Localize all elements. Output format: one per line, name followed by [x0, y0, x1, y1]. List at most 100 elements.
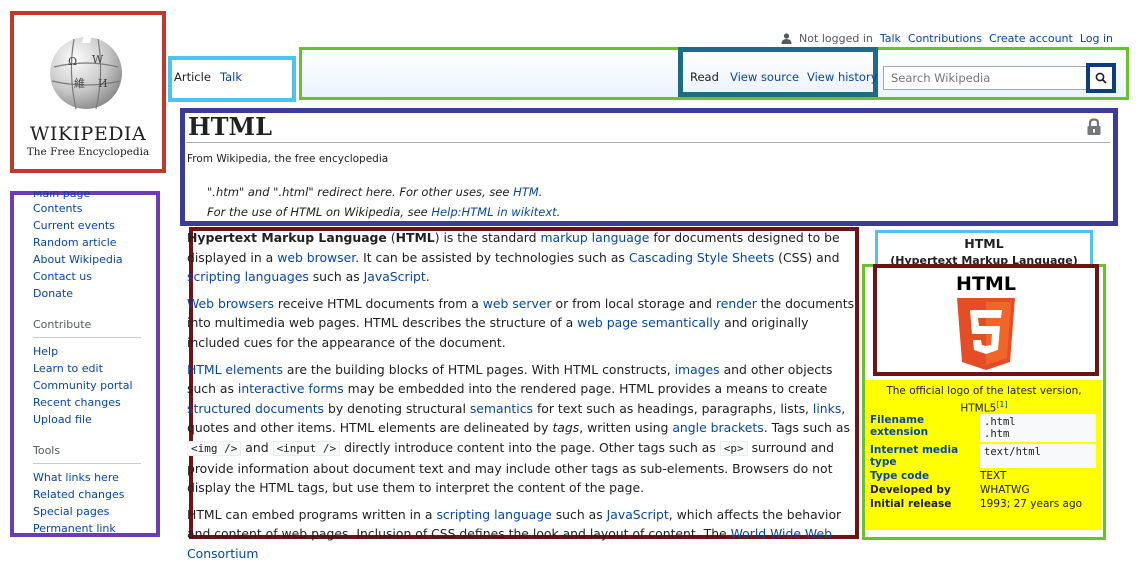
sidebar-item-contents[interactable]: Contents [33, 200, 158, 217]
tab-read[interactable]: Read [690, 70, 719, 84]
sidebar-item-contact[interactable]: Contact us [33, 268, 158, 285]
sidebar-item-current-events[interactable]: Current events [33, 217, 158, 234]
inline-link[interactable]: semantically [642, 315, 721, 330]
svg-text:維: 維 [74, 77, 85, 90]
sidebar-item-special-pages[interactable]: Special pages [33, 503, 158, 520]
inline-link[interactable]: interactive forms [238, 381, 344, 396]
infobox-key[interactable]: Type code [870, 470, 980, 482]
wikipedia-logo[interactable]: Ω W 維 И WIKIPEDIA The Free Encyclopedia [14, 15, 162, 169]
infobox-body: The official logo of the latest version,… [866, 380, 1102, 530]
caption-text: The official logo of the latest version,… [886, 385, 1082, 415]
talk-link[interactable]: Talk [880, 32, 901, 45]
puzzle-globe-icon: Ω W 維 И [50, 35, 122, 110]
logo-wordmark: WIKIPEDIA [29, 123, 147, 145]
text-run: ) is the standard [434, 230, 541, 245]
inline-link[interactable]: angle brackets [672, 420, 763, 435]
infobox-row: Filename extension .html .htm [870, 414, 1096, 442]
inline-link[interactable]: structured documents [187, 401, 324, 416]
sidebar-item-upload-file[interactable]: Upload file [33, 411, 158, 428]
inline-link[interactable]: images [675, 362, 720, 377]
search-input[interactable] [889, 67, 1083, 89]
paragraph: Web browsers receive HTML documents from… [187, 294, 855, 353]
sidebar-item-donate[interactable]: Donate [33, 285, 158, 302]
inline-link[interactable]: JavaScript [607, 507, 669, 522]
infobox-key: Developed by [870, 484, 951, 496]
bold-text: Hypertext Markup Language [187, 230, 387, 245]
tab-view-source[interactable]: View source [730, 70, 799, 84]
svg-text:И: И [98, 77, 108, 90]
contributions-link[interactable]: Contributions [908, 32, 982, 45]
inline-link[interactable]: web page [577, 315, 638, 330]
sidebar-item-what-links-here[interactable]: What links here [33, 469, 158, 486]
sidebar-item-related-changes[interactable]: Related changes [33, 486, 158, 503]
sidebar-item-help[interactable]: Help [33, 343, 158, 360]
text-run: and [241, 439, 273, 455]
help-html-link[interactable]: Help:HTML in wikitext [431, 205, 556, 219]
infobox-value-line: text/html [984, 446, 1041, 458]
tab-view-history[interactable]: View history [807, 70, 878, 84]
infobox-key[interactable]: Internet media type [870, 444, 980, 468]
hatnote-text: . [538, 185, 543, 199]
tab-article[interactable]: Article [174, 70, 211, 84]
infobox-logo-frame [873, 264, 1099, 376]
hatnote-wikitext: For the use of HTML on Wikipedia, see He… [207, 205, 560, 219]
svg-text:Ω: Ω [68, 55, 77, 68]
inline-link[interactable]: Web browsers [187, 296, 274, 311]
paragraph: HTML elements are the building blocks of… [187, 360, 855, 498]
text-run: directly introduce content into the page… [340, 439, 720, 455]
italic-text: tags [552, 420, 580, 436]
sidebar: Main page Contents Current events Random… [33, 191, 158, 537]
infobox-title: HTML [964, 236, 1004, 251]
article-body: Hypertext Markup Language (HTML) is the … [187, 228, 855, 571]
text-run: are the building blocks of HTML pages. W… [282, 361, 675, 377]
sidebar-item-learn-to-edit[interactable]: Learn to edit [33, 360, 158, 377]
infobox-value: WHATWG [980, 484, 1096, 496]
infobox-table: Filename extension .html .htm Internet medi… [870, 414, 1096, 512]
inline-link[interactable]: web server [483, 296, 552, 311]
inline-link[interactable]: JavaScript [364, 269, 426, 284]
infobox-row: Internet media type text/html [870, 444, 1096, 468]
login-status: Not logged in [799, 32, 873, 45]
infobox-key[interactable]: Filename extension [870, 414, 980, 442]
hatnote-text: ".htm" and ".html" redirect here. For ot… [207, 185, 514, 199]
infobox-value-line: .html [984, 416, 1016, 428]
svg-text:W: W [92, 53, 104, 66]
sidebar-item-recent-changes[interactable]: Recent changes [33, 394, 158, 411]
log-in-link[interactable]: Log in [1080, 32, 1113, 45]
inline-link[interactable]: scripting language [436, 507, 551, 522]
tab-talk[interactable]: Talk [220, 70, 242, 84]
infobox-row: Initial release 1993; 27 years ago [870, 498, 1096, 510]
sidebar-item-random-article[interactable]: Random article [33, 234, 158, 251]
text-run: HTML can embed programs written in a [187, 506, 437, 522]
inline-link[interactable]: semantics [470, 401, 533, 416]
inline-link[interactable]: links [813, 401, 841, 416]
inline-link[interactable]: web browser [277, 250, 355, 265]
logo-caption: The official logo of the latest version,… [866, 380, 1102, 416]
text-run: . [425, 269, 430, 285]
inline-link[interactable]: render [716, 296, 757, 311]
inline-link[interactable]: scripting languages [187, 269, 309, 284]
text-run: ( [386, 230, 396, 245]
inline-link[interactable]: markup language [540, 230, 649, 245]
sidebar-item-community-portal[interactable]: Community portal [33, 377, 158, 394]
search-button[interactable] [1090, 67, 1112, 89]
sidebar-item-main-page[interactable]: Main page [33, 191, 158, 200]
sidebar-item-permanent-link[interactable]: Permanent link [33, 520, 158, 537]
user-icon [781, 33, 792, 44]
create-account-link[interactable]: Create account [989, 32, 1073, 45]
sidebar-item-about[interactable]: About Wikipedia [33, 251, 158, 268]
bold-text: HTML [395, 230, 435, 245]
inline-link[interactable]: HTML elements [187, 362, 283, 377]
text-run: such as [551, 506, 607, 522]
search-box [883, 66, 1113, 90]
htm-link[interactable]: HTM [513, 185, 539, 199]
hatnote-redirect: ".htm" and ".html" redirect here. For ot… [207, 185, 542, 199]
infobox-value: .html .htm [980, 414, 1096, 442]
inline-link[interactable]: Cascading Style Sheets [629, 250, 774, 265]
infobox-row: Developed by WHATWG [870, 484, 1096, 496]
text-run: receive HTML documents from a [273, 295, 483, 311]
infobox-key: Initial release [870, 498, 952, 510]
lock-icon[interactable] [1086, 118, 1102, 136]
caption-reference[interactable]: [1] [996, 400, 1007, 409]
infobox-row: Type code TEXT [870, 470, 1096, 482]
